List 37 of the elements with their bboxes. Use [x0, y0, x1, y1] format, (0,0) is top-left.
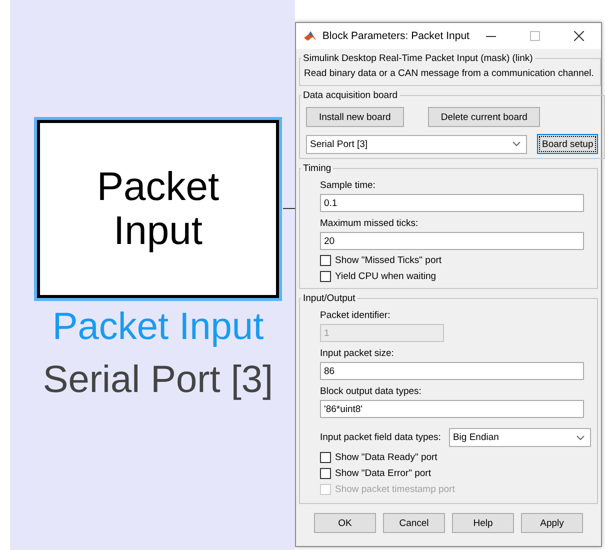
group-title: Simulink Desktop Real-Time Packet Input (mask) (link) [302, 53, 534, 64]
input-field[interactable]: 20 [320, 232, 584, 250]
chevron-down-icon [512, 141, 521, 147]
field-label: Input packet field data types: [320, 432, 441, 443]
app-logo-icon [304, 30, 316, 42]
signal-line [283, 208, 295, 209]
dialog-button[interactable]: Cancel [383, 513, 445, 533]
field-label: Sample time: [320, 180, 376, 191]
dialog-button[interactable]: Help [452, 513, 514, 533]
checkbox[interactable]: Show "Data Ready" port [320, 452, 591, 463]
data-type-dropdown[interactable]: Big Endian [448, 428, 591, 447]
checkbox[interactable]: Show "Data Error" port [320, 468, 591, 479]
group-title: Input/Output [302, 293, 356, 304]
install-board-button[interactable]: Install new board [306, 107, 404, 127]
input-field[interactable]: '86*uint8' [320, 400, 584, 418]
group-title: Data acquisition board [302, 90, 399, 101]
field-label: Input packet size: [320, 348, 395, 359]
board-setup-button[interactable]: Board setup [537, 134, 598, 154]
delete-board-button[interactable]: Delete current board [428, 107, 540, 127]
field-label: Maximum missed ticks: [320, 218, 420, 229]
close-icon[interactable] [574, 31, 584, 41]
description-text: Read binary data or a CAN message from a communication channel. [304, 68, 594, 79]
input-field[interactable]: 86 [320, 362, 584, 380]
packet-input-block[interactable]: Packet Input [37, 120, 279, 298]
block-annotation: Serial Port [3] [42, 359, 274, 402]
chevron-down-icon [576, 434, 585, 440]
field-label: Packet identifier: [320, 310, 392, 321]
field-label: Block output data types: [320, 386, 422, 397]
board-dropdown[interactable]: Serial Port [3] [306, 134, 527, 154]
group-title: Timing [302, 163, 332, 174]
checkbox[interactable]: Yield CPU when waiting [320, 271, 591, 282]
window-title: Block Parameters: Packet Input [322, 30, 470, 42]
input-field[interactable]: 0.1 [320, 194, 584, 212]
dialog-button[interactable]: OK [314, 513, 376, 533]
checkbox[interactable]: Show "Missed Ticks" port [320, 255, 591, 266]
dialog-button[interactable]: Apply [521, 513, 583, 533]
block-name: Packet Input [52, 306, 264, 349]
